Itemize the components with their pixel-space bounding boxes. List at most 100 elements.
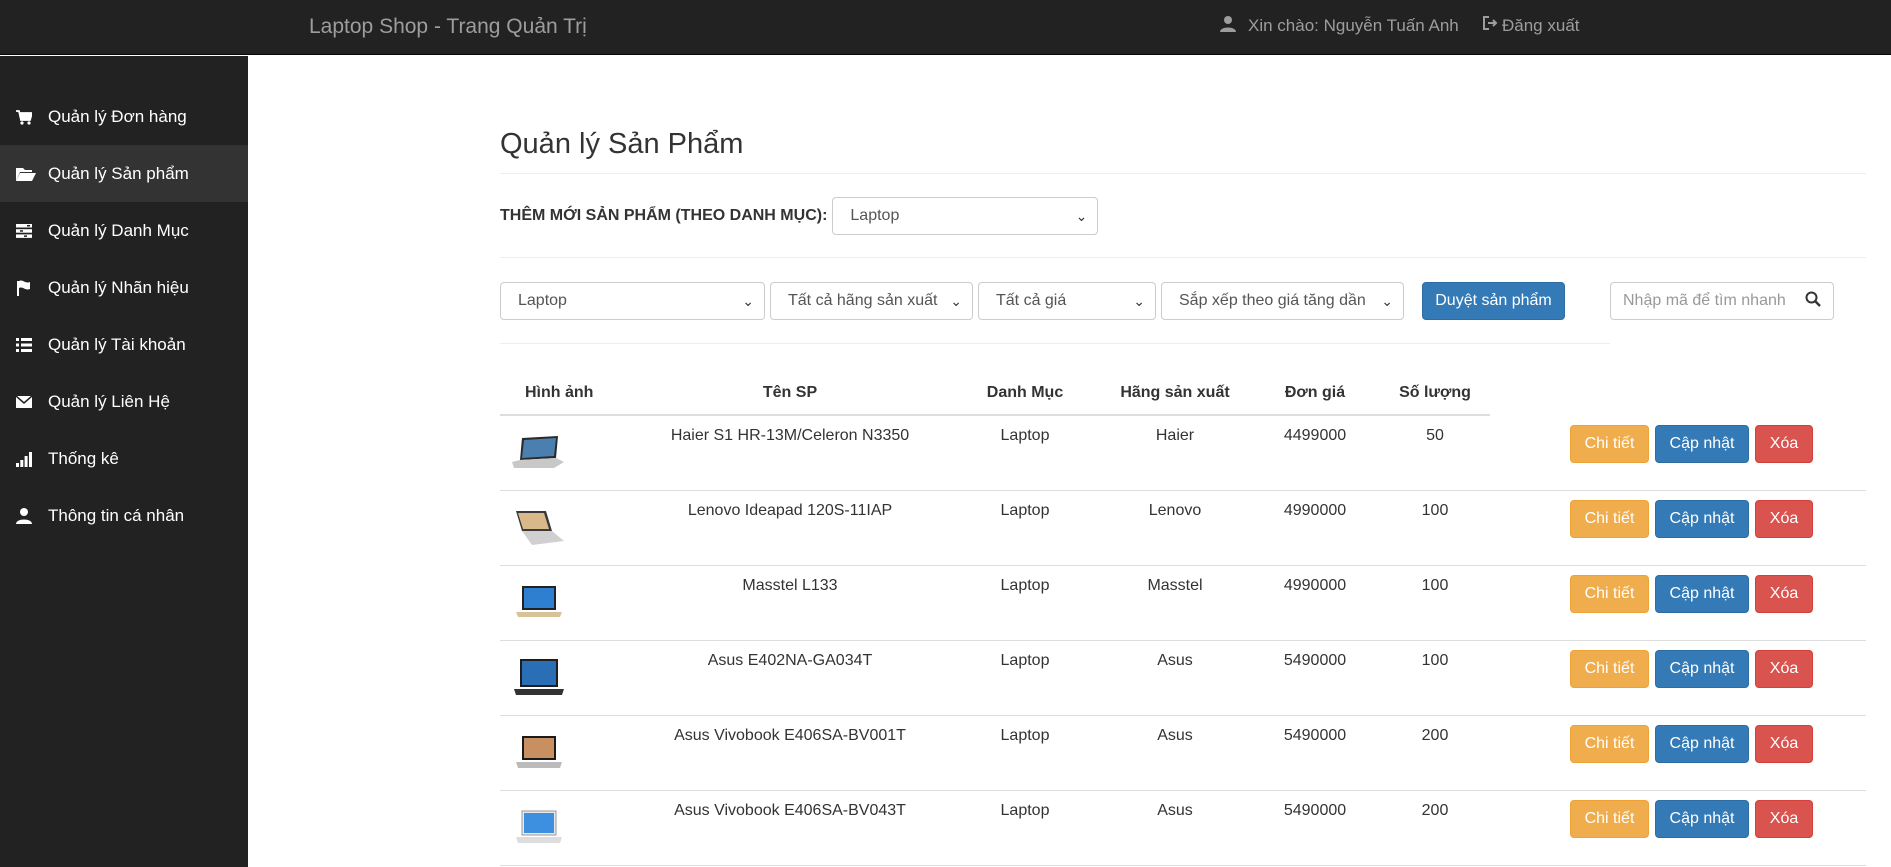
product-brand: Asus <box>1157 727 1193 744</box>
flag-icon <box>16 280 48 296</box>
folder-open-icon <box>16 166 48 182</box>
chevron-down-icon: ⌄ <box>1133 292 1145 309</box>
detail-button[interactable]: Chi tiết <box>1570 500 1649 538</box>
header-name: Tên SP <box>762 384 818 401</box>
divider <box>500 257 1866 258</box>
sidebar-item-label: Quản lý Liên Hệ <box>48 391 170 411</box>
select-value: Laptop <box>518 292 567 309</box>
laptop-thumbnail <box>510 507 566 547</box>
laptop-thumbnail <box>510 732 566 772</box>
row-actions: Chi tiết Cập nhật Xóa <box>1570 725 1813 763</box>
sidebar-item-label: Quản lý Nhãn hiệu <box>48 277 189 297</box>
cart-icon <box>16 109 48 125</box>
chevron-down-icon: ⌄ <box>742 292 754 309</box>
delete-button[interactable]: Xóa <box>1755 725 1813 763</box>
product-name: Masstel L133 <box>742 577 838 594</box>
sidebar-item-label: Thông tin cá nhân <box>48 505 185 525</box>
detail-button[interactable]: Chi tiết <box>1570 725 1649 763</box>
product-quantity: 200 <box>1421 802 1449 819</box>
laptop-thumbnail <box>510 582 566 622</box>
search-icon[interactable] <box>1805 291 1821 312</box>
add-category-select[interactable]: Laptop ⌄ <box>832 197 1099 235</box>
price-filter-select[interactable]: Tất cả giá ⌄ <box>978 282 1156 320</box>
product-price: 5490000 <box>1283 652 1347 669</box>
table-row: Haier S1 HR-13M/Celeron N3350 Laptop Hai… <box>500 416 1866 491</box>
product-category: Laptop <box>1000 802 1050 819</box>
tasks-icon <box>16 223 48 239</box>
sidebar-item-brands[interactable]: Quản lý Nhãn hiệu <box>0 259 248 316</box>
chevron-down-icon: ⌄ <box>1075 207 1088 224</box>
product-name: Asus Vivobook E406SA-BV043T <box>674 802 906 819</box>
detail-button[interactable]: Chi tiết <box>1570 650 1649 688</box>
table-row: Lenovo Ideapad 120S-11IAP Laptop Lenovo … <box>500 491 1866 566</box>
delete-button[interactable]: Xóa <box>1755 575 1813 613</box>
add-product-label: THÊM MỚI SẢN PHẨM (THEO DANH MỤC): <box>500 207 828 224</box>
delete-button[interactable]: Xóa <box>1755 425 1813 463</box>
logout-icon <box>1482 15 1498 36</box>
sidebar-item-label: Quản lý Tài khoản <box>48 334 186 354</box>
category-filter-select[interactable]: Laptop ⌄ <box>500 282 765 320</box>
update-button[interactable]: Cập nhật <box>1655 800 1749 838</box>
browse-products-button[interactable]: Duyệt sản phẩm <box>1422 282 1565 320</box>
update-button[interactable]: Cập nhật <box>1655 500 1749 538</box>
sidebar-item-accounts[interactable]: Quản lý Tài khoản <box>0 316 248 373</box>
product-name: Lenovo Ideapad 120S-11IAP <box>687 502 893 519</box>
header-price: Đơn giá <box>1284 384 1346 401</box>
table-row: Masstel L133 Laptop Masstel 4990000 100 … <box>500 566 1866 641</box>
row-actions: Chi tiết Cập nhật Xóa <box>1570 650 1813 688</box>
select-value: Tất cả giá <box>996 292 1067 309</box>
update-button[interactable]: Cập nhật <box>1655 425 1749 463</box>
product-name: Haier S1 HR-13M/Celeron N3350 <box>670 427 910 444</box>
product-quantity: 100 <box>1421 652 1449 669</box>
product-category: Laptop <box>1000 652 1050 669</box>
row-actions: Chi tiết Cập nhật Xóa <box>1570 425 1813 463</box>
list-icon <box>16 337 48 353</box>
sidebar: Quản lý Đơn hàng Quản lý Sản phẩm Quản l… <box>0 56 248 867</box>
laptop-thumbnail <box>510 807 566 847</box>
select-value: Tất cả hãng sản xuất <box>788 292 938 309</box>
delete-button[interactable]: Xóa <box>1755 800 1813 838</box>
sidebar-item-stats[interactable]: Thống kê <box>0 430 248 487</box>
detail-button[interactable]: Chi tiết <box>1570 575 1649 613</box>
logout-label: Đăng xuất <box>1502 15 1580 35</box>
sidebar-item-contacts[interactable]: Quản lý Liên Hệ <box>0 373 248 430</box>
detail-button[interactable]: Chi tiết <box>1570 800 1649 838</box>
search-box[interactable]: Nhập mã để tìm nhanh <box>1610 282 1834 320</box>
top-navbar: Laptop Shop - Trang Quản Trị Xin chào: N… <box>0 0 1891 55</box>
row-actions: Chi tiết Cập nhật Xóa <box>1570 800 1813 838</box>
update-button[interactable]: Cập nhật <box>1655 725 1749 763</box>
logout-link[interactable]: Đăng xuất <box>1482 15 1580 36</box>
header-image: Hình ảnh <box>525 384 594 401</box>
product-brand: Asus <box>1157 802 1193 819</box>
sidebar-item-profile[interactable]: Thông tin cá nhân <box>0 487 248 544</box>
brand-title[interactable]: Laptop Shop - Trang Quản Trị <box>309 15 587 39</box>
delete-button[interactable]: Xóa <box>1755 500 1813 538</box>
divider <box>500 343 1610 344</box>
product-brand: Asus <box>1157 652 1193 669</box>
search-input[interactable]: Nhập mã để tìm nhanh <box>1623 292 1786 310</box>
sort-select[interactable]: Sắp xếp theo giá tăng dần ⌄ <box>1161 282 1404 320</box>
detail-button[interactable]: Chi tiết <box>1570 425 1649 463</box>
product-category: Laptop <box>1000 502 1050 519</box>
product-quantity: 100 <box>1421 502 1449 519</box>
update-button[interactable]: Cập nhật <box>1655 650 1749 688</box>
sidebar-item-label: Thống kê <box>48 448 119 468</box>
product-brand: Lenovo <box>1148 502 1202 519</box>
brand-filter-select[interactable]: Tất cả hãng sản xuất ⌄ <box>770 282 973 320</box>
table-row: Asus Vivobook E406SA-BV001T Laptop Asus … <box>500 716 1866 791</box>
user-icon <box>1220 15 1236 37</box>
add-product-row: THÊM MỚI SẢN PHẨM (THEO DANH MỤC): Lapto… <box>500 197 1099 235</box>
product-price: 4990000 <box>1283 577 1347 594</box>
user-greeting[interactable]: Xin chào: Nguyễn Tuấn Anh <box>1220 15 1459 37</box>
select-value: Sắp xếp theo giá tăng dần <box>1179 292 1366 309</box>
product-category: Laptop <box>1000 427 1050 444</box>
sidebar-item-orders[interactable]: Quản lý Đơn hàng <box>0 88 248 145</box>
sidebar-item-categories[interactable]: Quản lý Danh Mục <box>0 202 248 259</box>
product-name: Asus E402NA-GA034T <box>707 652 873 669</box>
product-price: 4990000 <box>1283 502 1347 519</box>
sidebar-item-products[interactable]: Quản lý Sản phẩm <box>0 145 248 202</box>
table-header: Hình ảnh Tên SP Danh Mục Hãng sản xuất Đ… <box>500 374 1490 416</box>
delete-button[interactable]: Xóa <box>1755 650 1813 688</box>
update-button[interactable]: Cập nhật <box>1655 575 1749 613</box>
product-price: 5490000 <box>1283 727 1347 744</box>
